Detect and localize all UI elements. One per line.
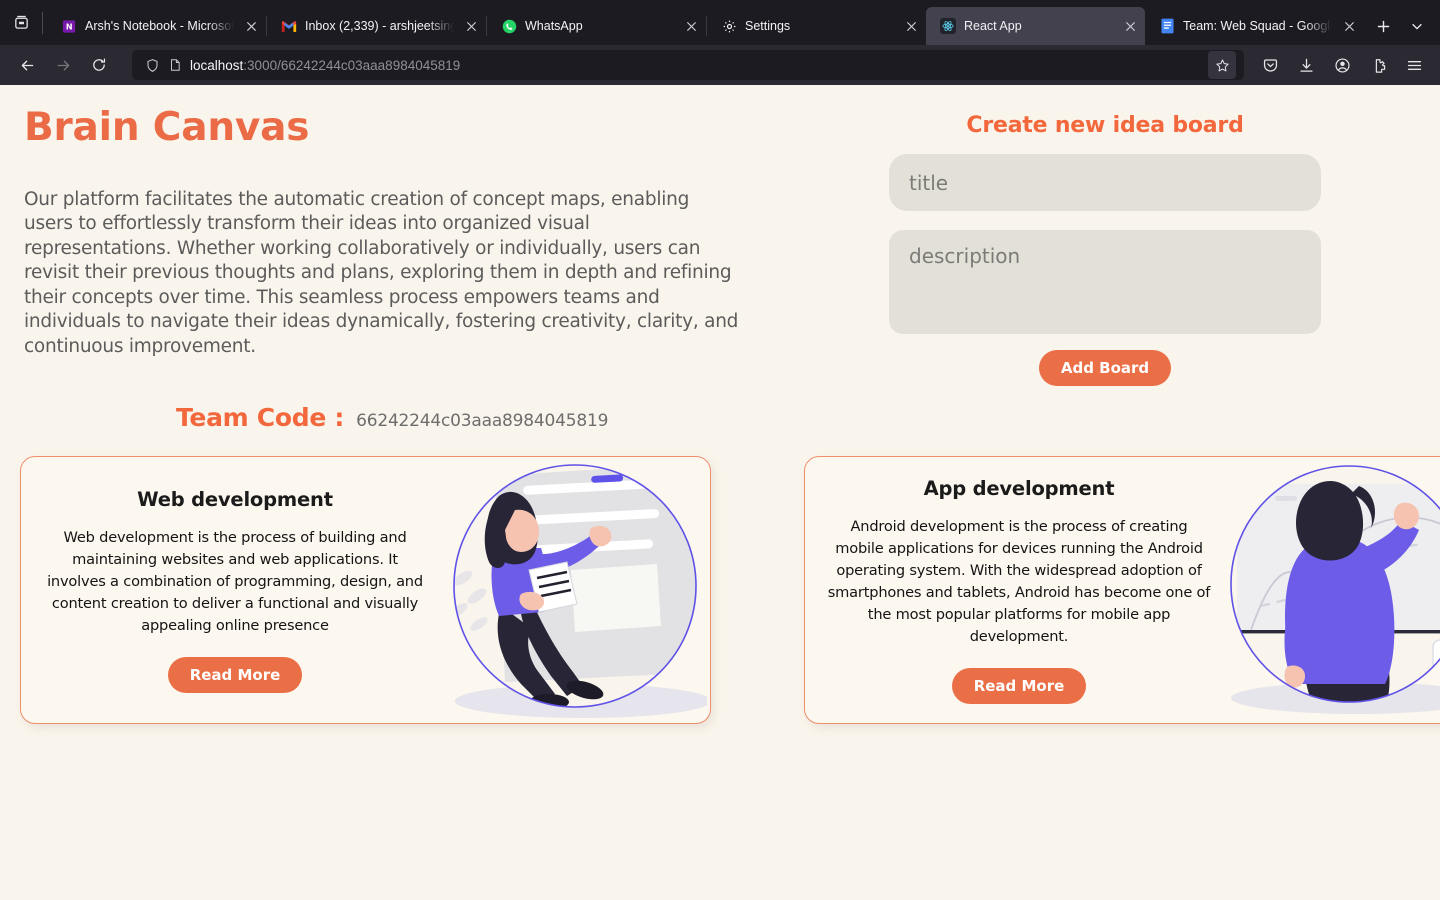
gear-icon <box>721 18 737 34</box>
download-icon[interactable] <box>1290 50 1322 80</box>
close-icon[interactable] <box>242 17 260 35</box>
tab-title: React App <box>964 19 1022 33</box>
card-title: Web development <box>137 487 333 511</box>
page-content: Brain Canvas Our platform facilitates th… <box>0 85 1440 900</box>
team-code-value[interactable]: 66242244c03aaa8984045819 <box>356 411 608 431</box>
create-board-panel: Create new idea board Add Board <box>770 85 1440 386</box>
tab-container: N Arsh's Notebook - Microsoft O <box>47 7 1366 45</box>
star-icon[interactable] <box>1208 51 1236 79</box>
card-description: Web development is the process of buildi… <box>47 528 423 634</box>
tab-onenote[interactable]: N Arsh's Notebook - Microsoft O <box>47 7 266 45</box>
forward-arrow-icon[interactable] <box>46 50 80 80</box>
tab-title: Arsh's Notebook - Microsoft O <box>85 19 234 33</box>
toolbar-icons <box>1254 50 1430 80</box>
url-bar[interactable]: localhost:3000/66242244c03aaa8984045819 <box>132 50 1244 80</box>
add-board-button-wrap: Add Board <box>889 350 1321 386</box>
intro-paragraph: Our platform facilitates the automatic c… <box>24 188 739 357</box>
board-description-input[interactable] <box>889 230 1321 334</box>
tab-google-docs[interactable]: Team: Web Squad - Google Do <box>1145 7 1364 45</box>
page-info-icon[interactable] <box>168 58 182 72</box>
browser-chrome: N Arsh's Notebook - Microsoft O <box>0 0 1440 85</box>
reload-icon[interactable] <box>82 50 116 80</box>
card-button-wrap: Read More <box>43 656 427 693</box>
url-path: :3000/66242244c03aaa8984045819 <box>243 57 461 73</box>
tab-react-app[interactable]: React App <box>926 7 1145 45</box>
hamburger-menu-icon[interactable] <box>1398 50 1430 80</box>
url-text[interactable]: localhost:3000/66242244c03aaa8984045819 <box>190 58 1200 73</box>
google-docs-icon <box>1159 18 1175 34</box>
team-code-row: Team Code : 66242244c03aaa8984045819 <box>176 403 770 432</box>
close-icon[interactable] <box>1340 17 1358 35</box>
shield-icon[interactable] <box>145 58 160 73</box>
tab-title: Settings <box>745 19 791 33</box>
tab-whatsapp[interactable]: WhatsApp <box>487 7 706 45</box>
list-all-tabs-button[interactable] <box>1400 7 1434 45</box>
tab-title: Team: Web Squad - Google Do <box>1183 19 1332 33</box>
card-description: Android development is the process of cr… <box>827 517 1211 645</box>
close-icon[interactable] <box>462 17 480 35</box>
onenote-icon: N <box>61 18 77 34</box>
card-text-block: App development Android development is t… <box>805 477 1223 704</box>
create-board-form: Add Board <box>889 154 1321 386</box>
hero-left-column: Brain Canvas Our platform facilitates th… <box>0 85 770 432</box>
team-code-label: Team Code : <box>176 403 345 433</box>
hero-section: Brain Canvas Our platform facilitates th… <box>0 85 1440 432</box>
back-arrow-icon[interactable] <box>10 50 44 80</box>
read-more-button[interactable]: Read More <box>167 656 303 693</box>
tab-gmail[interactable]: Inbox (2,339) - arshjeetsingh12 <box>267 7 486 45</box>
board-card-web-development[interactable]: Web development Web development is the p… <box>20 456 711 725</box>
card-text-block: Web development Web development is the p… <box>21 488 439 693</box>
tab-list-icon[interactable] <box>0 0 42 45</box>
tab-strip: N Arsh's Notebook - Microsoft O <box>0 0 1440 45</box>
card-button-wrap: Read More <box>827 667 1211 704</box>
navigation-toolbar: localhost:3000/66242244c03aaa8984045819 <box>0 45 1440 85</box>
url-host: localhost <box>190 57 244 73</box>
close-icon[interactable] <box>682 17 700 35</box>
board-title-input[interactable] <box>889 154 1321 211</box>
new-tab-button[interactable] <box>1366 7 1400 45</box>
tab-title: Inbox (2,339) - arshjeetsingh12 <box>305 19 454 33</box>
close-icon[interactable] <box>902 17 920 35</box>
page-title: Brain Canvas <box>24 105 310 150</box>
close-icon[interactable] <box>1121 17 1139 35</box>
pocket-icon[interactable] <box>1254 50 1286 80</box>
man-drawing-chart-illustration <box>1223 457 1440 723</box>
board-card-app-development[interactable]: App development Android development is t… <box>804 456 1440 725</box>
gmail-icon <box>281 18 297 34</box>
add-board-button[interactable]: Add Board <box>1038 350 1172 386</box>
svg-text:N: N <box>65 22 72 31</box>
tab-strip-divider <box>42 11 43 34</box>
react-icon <box>940 18 956 34</box>
tab-title: WhatsApp <box>525 19 583 33</box>
whatsapp-icon <box>501 18 517 34</box>
account-icon[interactable] <box>1326 50 1358 80</box>
read-more-button[interactable]: Read More <box>951 667 1087 704</box>
create-board-heading: Create new idea board <box>966 113 1244 138</box>
woman-at-whiteboard-illustration <box>439 457 710 723</box>
extensions-icon[interactable] <box>1362 50 1394 80</box>
tab-settings[interactable]: Settings <box>707 7 926 45</box>
card-title: App development <box>923 476 1115 500</box>
board-cards-row: Web development Web development is the p… <box>0 456 1440 725</box>
